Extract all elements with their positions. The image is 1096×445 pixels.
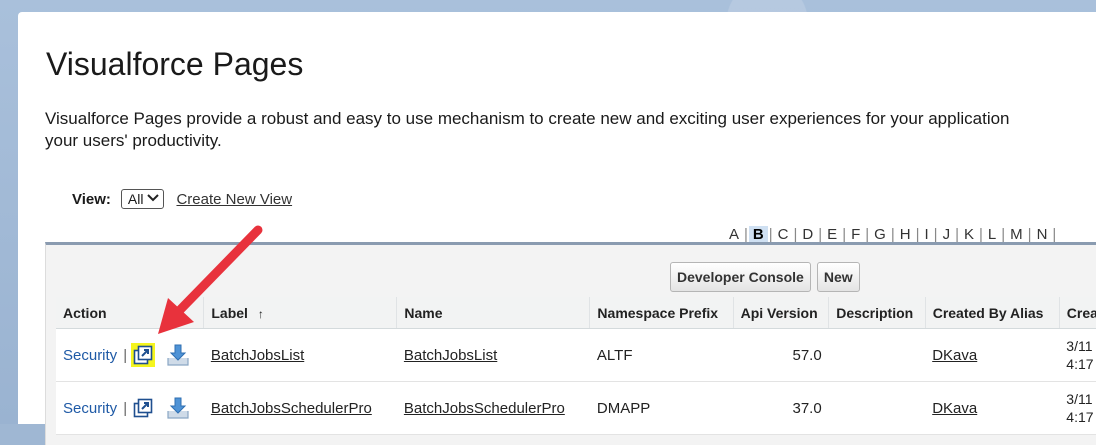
label-link[interactable]: BatchJobsList bbox=[211, 347, 304, 364]
col-api-version[interactable]: Api Version bbox=[733, 297, 830, 329]
created-by-link[interactable]: DKava bbox=[932, 400, 977, 417]
developer-console-button[interactable]: Developer Console bbox=[670, 262, 811, 292]
alpha-letter-b[interactable]: B bbox=[748, 225, 768, 243]
table-row: Security | bbox=[56, 381, 1096, 435]
name-link[interactable]: BatchJobsSchedulerPro bbox=[404, 400, 565, 417]
col-action: Action bbox=[56, 297, 205, 329]
created-by-cell: DKava bbox=[925, 328, 1060, 382]
page-description: Visualforce Pages provide a robust and e… bbox=[45, 108, 1096, 152]
alpha-letter-e[interactable]: E bbox=[823, 226, 841, 243]
action-separator: | bbox=[123, 399, 128, 417]
main-card: Visualforce Pages Visualforce Pages prov… bbox=[18, 12, 1096, 445]
security-link[interactable]: Security bbox=[63, 400, 117, 417]
col-created-date[interactable]: Crea bbox=[1059, 297, 1096, 329]
list-view-panel: Developer Console New Action Label ↑ Nam… bbox=[45, 242, 1096, 445]
download-icon[interactable] bbox=[165, 342, 191, 368]
alpha-letter-j[interactable]: J bbox=[939, 226, 955, 243]
description-line-2: your users' productivity. bbox=[45, 131, 222, 150]
alpha-letter-l[interactable]: L bbox=[984, 226, 1000, 243]
description-line-1: Visualforce Pages provide a robust and e… bbox=[45, 109, 1010, 128]
alpha-letter-g[interactable]: G bbox=[870, 226, 890, 243]
col-label-text: Label bbox=[211, 304, 248, 321]
api-version-cell: 37.0 bbox=[733, 381, 829, 435]
created-date: 3/11 bbox=[1066, 338, 1093, 354]
view-row: View: All Create New View bbox=[72, 188, 292, 210]
api-version-cell: 57.0 bbox=[733, 328, 829, 382]
created-date: 3/11 bbox=[1066, 391, 1093, 407]
namespace-cell: ALTF bbox=[589, 328, 734, 382]
created-time: 4:17 bbox=[1066, 409, 1094, 425]
alpha-letter-d[interactable]: D bbox=[798, 226, 817, 243]
download-icon[interactable] bbox=[165, 395, 191, 421]
alpha-letter-m[interactable]: M bbox=[1006, 226, 1027, 243]
security-link[interactable]: Security bbox=[63, 347, 117, 364]
description-cell bbox=[828, 381, 926, 435]
create-new-view-link[interactable]: Create New View bbox=[176, 191, 292, 208]
alpha-letter-i[interactable]: I bbox=[921, 226, 933, 243]
alpha-letter-c[interactable]: C bbox=[774, 226, 793, 243]
view-select-value: All bbox=[127, 191, 144, 207]
button-bar: Developer Console New bbox=[670, 262, 860, 292]
alpha-letter-h[interactable]: H bbox=[896, 226, 915, 243]
page-title: Visualforce Pages bbox=[46, 46, 304, 82]
name-cell: BatchJobsList bbox=[396, 328, 590, 382]
view-label: View: bbox=[72, 190, 111, 208]
created-by-link[interactable]: DKava bbox=[932, 347, 977, 364]
description-cell bbox=[828, 328, 926, 382]
col-namespace[interactable]: Namespace Prefix bbox=[589, 297, 734, 329]
alphabet-filter: A | B | C | D | E | F | G | H | I | J | K | L | M | N… bbox=[725, 224, 1057, 244]
created-date-cell: 3/11 4:17 bbox=[1059, 381, 1096, 435]
name-cell: BatchJobsSchedulerPro bbox=[396, 381, 590, 435]
label-cell: BatchJobsSchedulerPro bbox=[203, 381, 397, 435]
action-separator: | bbox=[123, 346, 128, 364]
view-select[interactable]: All bbox=[120, 189, 165, 209]
open-in-new-window-icon[interactable] bbox=[131, 343, 156, 367]
col-label[interactable]: Label ↑ bbox=[203, 297, 398, 329]
action-cell: Security | bbox=[56, 381, 204, 435]
chevron-down-icon bbox=[147, 193, 160, 205]
created-by-cell: DKava bbox=[925, 381, 1060, 435]
col-name[interactable]: Name bbox=[396, 297, 591, 329]
label-cell: BatchJobsList bbox=[203, 328, 397, 382]
sort-ascending-icon: ↑ bbox=[257, 306, 264, 321]
label-link[interactable]: BatchJobsSchedulerPro bbox=[211, 400, 372, 417]
new-button[interactable]: New bbox=[816, 262, 860, 292]
pages-table: Action Label ↑ Name Namespace Prefix Api… bbox=[56, 297, 1096, 435]
namespace-cell: DMAPP bbox=[589, 381, 734, 435]
created-time: 4:17 bbox=[1066, 356, 1094, 372]
action-cell: Security | bbox=[56, 328, 204, 382]
name-link[interactable]: BatchJobsList bbox=[404, 347, 497, 364]
alpha-letter-a[interactable]: A bbox=[725, 226, 743, 243]
alpha-letter-f[interactable]: F bbox=[847, 226, 864, 243]
open-in-new-window-icon[interactable] bbox=[131, 396, 155, 420]
created-date-cell: 3/11 4:17 bbox=[1059, 328, 1096, 382]
col-description[interactable]: Description bbox=[828, 297, 926, 329]
table-row: Security | bbox=[56, 328, 1096, 382]
col-created-by[interactable]: Created By Alias bbox=[925, 297, 1060, 329]
alpha-letter-n[interactable]: N bbox=[1033, 226, 1052, 243]
table-header-row: Action Label ↑ Name Namespace Prefix Api… bbox=[56, 297, 1096, 329]
alpha-letter-k[interactable]: K bbox=[960, 226, 978, 243]
